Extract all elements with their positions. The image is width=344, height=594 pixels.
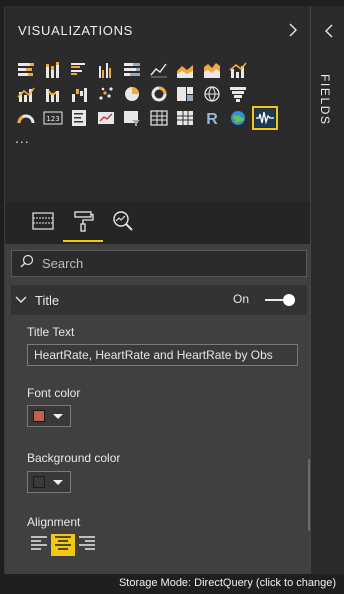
align-center-button[interactable] [51, 534, 75, 556]
format-pane: Title On Title Text Font color Backgroun… [5, 244, 311, 574]
arcgis-map-icon[interactable] [225, 106, 252, 130]
gauge-icon[interactable] [13, 106, 40, 130]
paint-roller-icon [72, 210, 94, 237]
funnel-chart-icon[interactable] [225, 82, 252, 106]
viz-row [13, 82, 309, 106]
pane-tab-bar [5, 202, 311, 244]
waterfall-chart-icon[interactable] [66, 82, 93, 106]
title-text-field[interactable] [27, 344, 298, 366]
area-chart-icon[interactable] [172, 58, 199, 82]
align-left-icon [30, 535, 48, 556]
title-card-header[interactable]: Title On [11, 285, 307, 315]
kpi-icon[interactable] [93, 106, 120, 130]
matrix-icon[interactable] [172, 106, 199, 130]
search-icon [20, 254, 34, 273]
custom-visual-icon[interactable] [251, 106, 279, 130]
font-color-label: Font color [27, 386, 81, 400]
search-input[interactable] [42, 256, 282, 271]
map-icon[interactable] [199, 82, 226, 106]
svg-text:123: 123 [46, 115, 59, 123]
search-box [11, 250, 307, 277]
visualizations-header: VISUALIZATIONS [5, 6, 311, 54]
title-toggle-state-label: On [232, 292, 249, 306]
alignment-label: Alignment [27, 515, 81, 529]
caret-down-icon [53, 413, 63, 419]
status-bar: Storage Mode: DirectQuery (click to chan… [0, 574, 344, 594]
align-right-button[interactable] [75, 534, 99, 556]
more-visuals-ellipsis[interactable]: ... [15, 130, 30, 146]
card-icon[interactable]: 123 [40, 106, 67, 130]
caret-down-icon [53, 479, 63, 485]
title-text-label: Title Text [27, 325, 75, 339]
alignment-button-group [27, 534, 99, 556]
chevron-left-icon[interactable] [321, 23, 337, 39]
title-toggle-switch[interactable] [265, 294, 295, 306]
donut-chart-icon[interactable] [146, 82, 173, 106]
100-stacked-bar-chart-icon[interactable] [119, 58, 146, 82]
multi-row-card-icon[interactable] [66, 106, 93, 130]
fields-pane: FIELDS [310, 6, 344, 574]
tab-format[interactable] [63, 202, 103, 244]
viz-row: 123 R [13, 106, 309, 130]
align-right-icon [78, 535, 96, 556]
stacked-area-chart-icon[interactable] [199, 58, 226, 82]
visualizations-title: VISUALIZATIONS [18, 22, 134, 38]
chevron-down-icon[interactable] [15, 291, 27, 309]
r-script-visual-icon[interactable]: R [199, 106, 226, 130]
line-chart-icon[interactable] [146, 58, 173, 82]
storage-mode-status[interactable]: Storage Mode: DirectQuery (click to chan… [119, 577, 336, 589]
tab-analytics[interactable] [103, 202, 143, 244]
line-and-column-chart-icon[interactable] [225, 58, 252, 82]
fields-grid-icon [32, 211, 54, 235]
align-left-button[interactable] [27, 534, 51, 556]
clustered-bar-chart-icon[interactable] [66, 58, 93, 82]
stacked-bar-chart-icon[interactable] [13, 58, 40, 82]
background-color-swatch [33, 476, 45, 488]
toggle-knob [283, 294, 295, 306]
stacked-column-chart-icon[interactable] [40, 58, 67, 82]
title-card-label: Title [35, 292, 60, 308]
viz-row [13, 58, 309, 82]
ribbon-chart-icon[interactable] [40, 82, 67, 106]
chevron-right-icon[interactable] [285, 22, 301, 38]
visualization-icon-grid: 123 R [13, 58, 309, 130]
background-color-picker[interactable] [27, 471, 71, 493]
pie-chart-icon[interactable] [119, 82, 146, 106]
visualizations-pane: VISUALIZATIONS 123 R ... Search Title On… [4, 6, 311, 574]
clustered-column-chart-icon[interactable] [93, 58, 120, 82]
line-and-stacked-column-chart-icon[interactable] [13, 82, 40, 106]
font-color-picker[interactable] [27, 405, 71, 427]
slicer-icon[interactable] [119, 106, 146, 130]
scatter-chart-icon[interactable] [93, 82, 120, 106]
analytics-magnifier-icon [112, 210, 134, 237]
background-color-label: Background color [27, 451, 121, 465]
font-color-swatch [33, 410, 45, 422]
table-icon[interactable] [146, 106, 173, 130]
treemap-icon[interactable] [172, 82, 199, 106]
align-center-icon [54, 535, 72, 556]
fields-pane-label[interactable]: FIELDS [318, 74, 332, 126]
svg-text:R: R [206, 111, 218, 127]
tab-fields[interactable] [23, 202, 63, 244]
